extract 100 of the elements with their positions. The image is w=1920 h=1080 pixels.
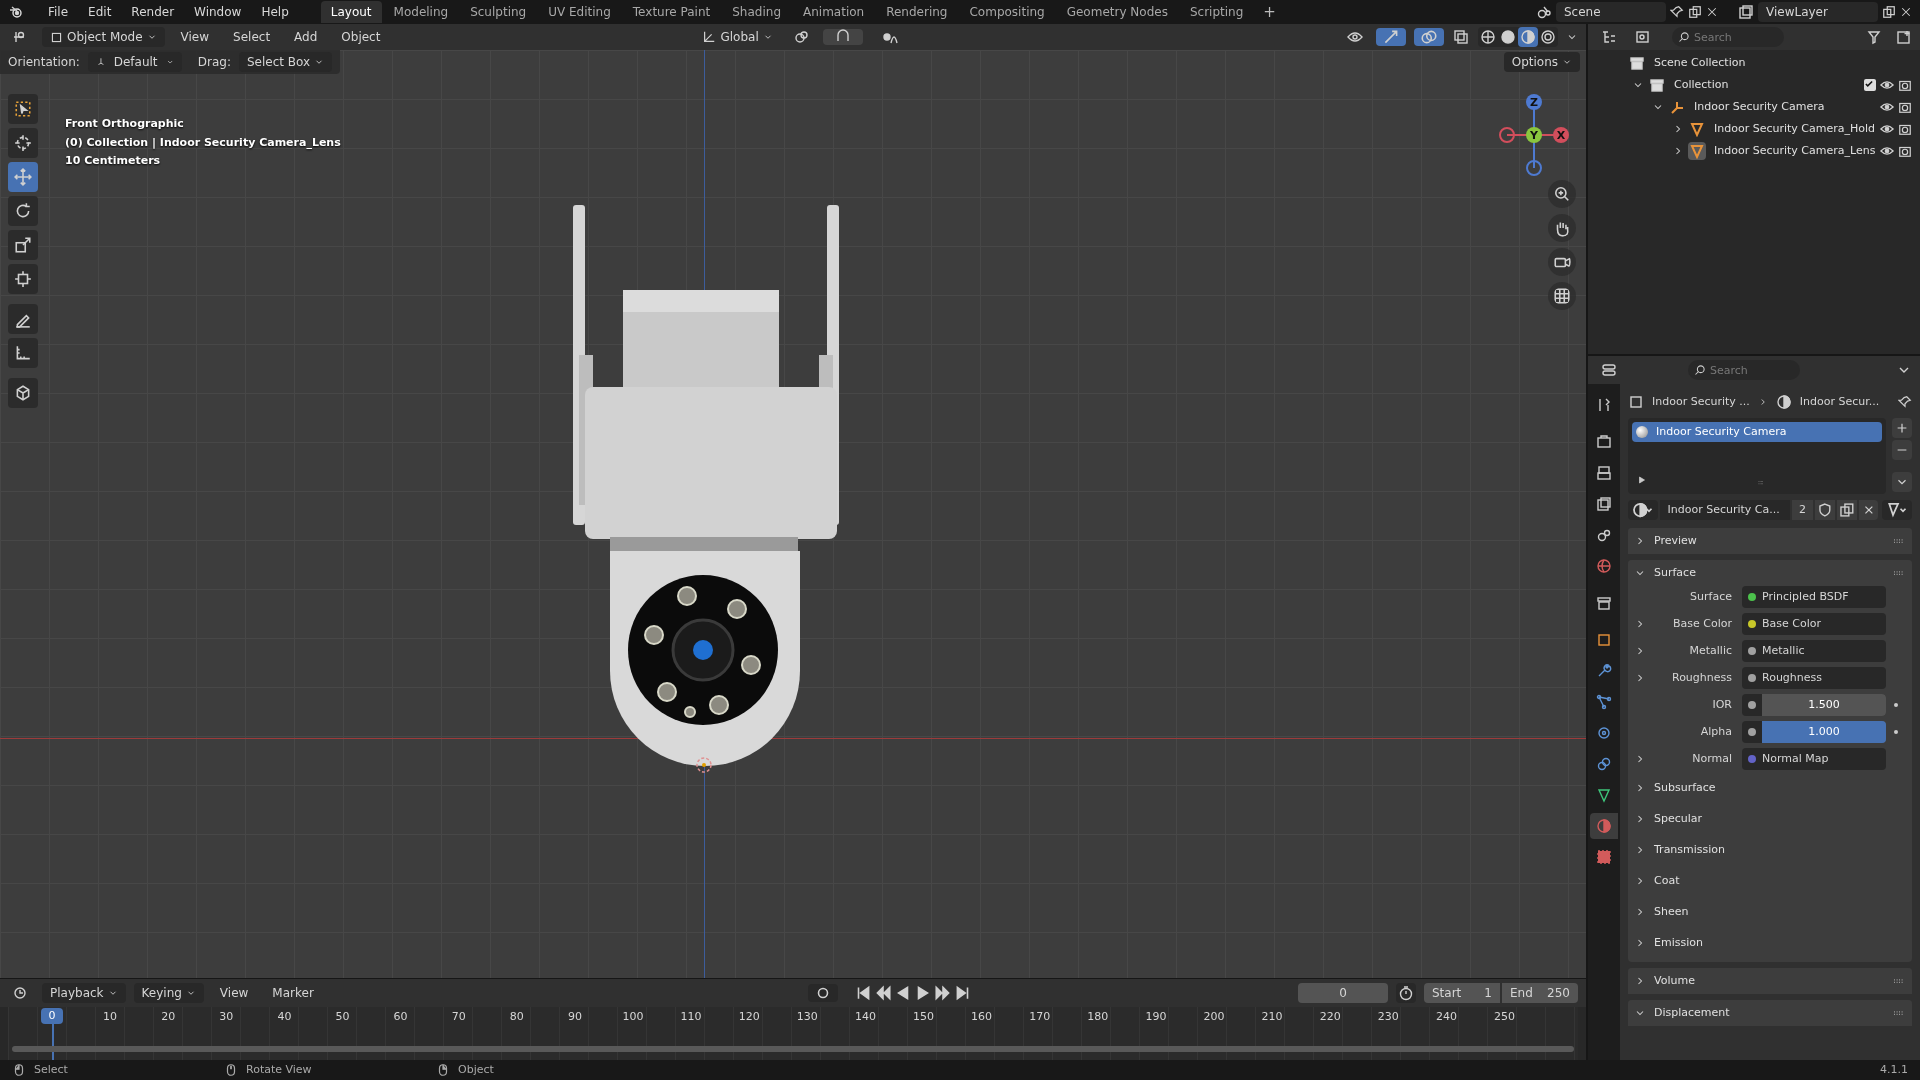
- drag-dropdown[interactable]: Select Box: [239, 52, 333, 72]
- add-cube-tool-icon[interactable]: [8, 378, 38, 408]
- menu-item[interactable]: File: [40, 3, 77, 21]
- socket-link-field[interactable]: Normal Map: [1742, 748, 1886, 770]
- pin-icon[interactable]: [1898, 395, 1912, 409]
- panel-title[interactable]: Transmission: [1654, 841, 1912, 859]
- options-dropdown[interactable]: Options: [1503, 52, 1580, 72]
- camera-icon[interactable]: [1548, 248, 1576, 276]
- workspace-tab[interactable]: Layout: [320, 1, 382, 23]
- solid-shading-icon[interactable]: [1498, 27, 1518, 47]
- menu-item[interactable]: Help: [253, 3, 297, 21]
- slider-field[interactable]: 1.000: [1742, 721, 1886, 743]
- panel-title[interactable]: Coat: [1654, 872, 1912, 890]
- panel-title[interactable]: Emission: [1654, 934, 1912, 952]
- grid-icon[interactable]: [1548, 282, 1576, 310]
- eye-icon[interactable]: [1880, 122, 1894, 136]
- scale-tool-icon[interactable]: [8, 230, 38, 260]
- duplicate-icon[interactable]: [1688, 5, 1702, 19]
- material-browse-icon[interactable]: [1628, 500, 1658, 520]
- eye-icon[interactable]: [1880, 144, 1894, 158]
- workspace-tab[interactable]: Geometry Nodes: [1056, 1, 1178, 23]
- menu-item[interactable]: Playback: [42, 983, 126, 1003]
- select-tool-icon[interactable]: [8, 94, 38, 124]
- end-frame-field[interactable]: End 250: [1502, 983, 1578, 1003]
- move-tool-icon[interactable]: [8, 162, 38, 192]
- workspace-tab[interactable]: Shading: [722, 1, 791, 23]
- scene-icon[interactable]: [1536, 4, 1552, 20]
- menu-item[interactable]: Add: [286, 28, 326, 46]
- workspace-tab[interactable]: Rendering: [876, 1, 958, 23]
- outliner-item[interactable]: Collection: [1674, 76, 1860, 94]
- outliner-item[interactable]: Indoor Security Camera_Lens: [1714, 142, 1876, 160]
- material-slot[interactable]: Indoor Security Camera: [1632, 422, 1882, 442]
- panel-title[interactable]: Specular: [1654, 810, 1912, 828]
- close-icon[interactable]: [1900, 6, 1912, 18]
- camera-icon[interactable]: [1898, 78, 1912, 92]
- transform-orientation-dropdown[interactable]: Global: [694, 28, 781, 46]
- rendered-shading-icon[interactable]: [1538, 27, 1558, 47]
- workspace-tab[interactable]: Animation: [793, 1, 875, 23]
- mode-dropdown[interactable]: Object Mode: [42, 27, 165, 47]
- fake-user-icon[interactable]: [1815, 500, 1835, 520]
- rotate-tool-icon[interactable]: [8, 196, 38, 226]
- camera-icon[interactable]: [1898, 100, 1912, 114]
- stopwatch-icon[interactable]: [1396, 983, 1416, 1003]
- workspace-tab[interactable]: Modeling: [383, 1, 459, 23]
- workspace-tab[interactable]: UV Editing: [538, 1, 621, 23]
- transform-tool-icon[interactable]: [8, 264, 38, 294]
- eye-icon[interactable]: [1880, 78, 1894, 92]
- menu-item[interactable]: Window: [186, 3, 250, 21]
- duplicate-icon[interactable]: [1837, 500, 1857, 520]
- outliner-item[interactable]: Indoor Security Camera_Hold: [1714, 120, 1876, 138]
- workspace-tab[interactable]: Scripting: [1179, 1, 1254, 23]
- start-frame-field[interactable]: Start 1: [1424, 983, 1500, 1003]
- view-layer-field[interactable]: ViewLayer: [1758, 2, 1878, 22]
- material-properties-icon[interactable]: [1590, 813, 1618, 839]
- record-icon[interactable]: [807, 984, 838, 1002]
- menu-item[interactable]: View: [211, 984, 257, 1002]
- cursor-tool-icon[interactable]: [8, 128, 38, 158]
- close-icon[interactable]: [1706, 6, 1718, 18]
- socket-link-field[interactable]: Metallic: [1742, 640, 1886, 662]
- menu-item[interactable]: Select: [225, 28, 279, 46]
- menu-item[interactable]: Render: [123, 3, 183, 21]
- eye-icon[interactable]: [1880, 100, 1894, 114]
- workspace-tab[interactable]: Sculpting: [460, 1, 537, 23]
- layers-icon[interactable]: [1738, 4, 1754, 20]
- material-slot-list[interactable]: Indoor Security Camera: [1628, 418, 1886, 494]
- search-field[interactable]: Search: [1672, 27, 1784, 47]
- pin-icon[interactable]: [1670, 5, 1684, 19]
- orientation-dropdown[interactable]: Default: [87, 52, 182, 72]
- material-name-field[interactable]: Indoor Security Ca...: [1659, 500, 1790, 520]
- breadcrumb-item[interactable]: Indoor Security ...: [1652, 393, 1750, 411]
- workspace-tab[interactable]: Compositing: [959, 1, 1055, 23]
- wireframe-shading-icon[interactable]: [1478, 27, 1498, 47]
- menu-item[interactable]: View: [172, 28, 218, 46]
- add-workspace-button[interactable]: +: [1255, 0, 1284, 24]
- panel-title[interactable]: Sheen: [1654, 903, 1912, 921]
- camera-icon[interactable]: [1898, 144, 1912, 158]
- scrollbar[interactable]: [12, 1046, 1574, 1052]
- xray-icon[interactable]: [1452, 29, 1470, 45]
- menu-item[interactable]: Keying: [133, 983, 204, 1003]
- menu-item[interactable]: Marker: [264, 984, 322, 1002]
- blender-logo-icon[interactable]: [8, 4, 24, 20]
- breadcrumb-item[interactable]: Indoor Secur...: [1799, 393, 1880, 411]
- gizmo-toggle-icon[interactable]: [1376, 28, 1406, 46]
- outliner-item[interactable]: Indoor Security Camera: [1694, 98, 1876, 116]
- snap-icon[interactable]: [822, 29, 863, 45]
- panel-title[interactable]: Subsurface: [1654, 779, 1912, 797]
- menu-item[interactable]: Object: [333, 28, 389, 46]
- current-frame-field[interactable]: 0: [1298, 983, 1388, 1003]
- socket-link-field[interactable]: Principled BSDF: [1742, 586, 1886, 608]
- panel-title[interactable]: Volume: [1654, 972, 1882, 990]
- checkbox[interactable]: [1864, 79, 1876, 91]
- panel-title[interactable]: Displacement: [1654, 1004, 1882, 1022]
- zoom-icon[interactable]: [1548, 180, 1576, 208]
- menu-item[interactable]: Edit: [80, 3, 120, 21]
- search-field[interactable]: Search: [1688, 360, 1800, 380]
- hand-icon[interactable]: [1548, 214, 1576, 242]
- close-icon[interactable]: [1858, 500, 1879, 520]
- annotate-tool-icon[interactable]: [8, 304, 38, 334]
- overlay-toggle-icon[interactable]: [1414, 28, 1444, 46]
- playhead-frame[interactable]: 0: [41, 1008, 63, 1024]
